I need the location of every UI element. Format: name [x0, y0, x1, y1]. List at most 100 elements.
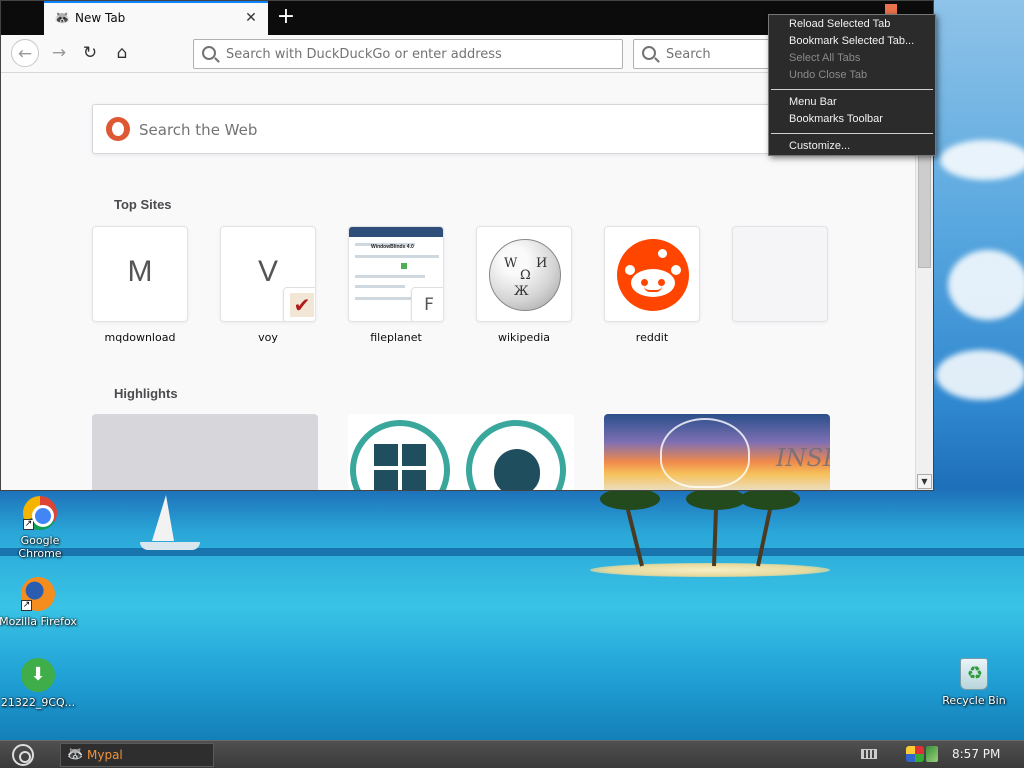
start-menu-icon[interactable]: [12, 744, 34, 766]
tab-title: New Tab: [75, 11, 126, 25]
desktop-icon-recycle-bin[interactable]: Recycle Bin: [934, 658, 1014, 707]
tab-context-menu: Reload Selected Tab Bookmark Selected Ta…: [768, 14, 936, 156]
tile-letter: M: [127, 255, 153, 288]
highlight-card-artwork[interactable]: INSPI: [604, 414, 830, 490]
close-tab-icon[interactable]: ✕: [242, 9, 260, 27]
reddit-eye: [641, 279, 648, 286]
desktop-icon-label: 21322_9CQ...: [0, 696, 76, 709]
firefox-icon: ↗: [21, 577, 55, 611]
search-icon: [202, 46, 216, 60]
keyboard-icon[interactable]: [861, 749, 877, 759]
network-icon[interactable]: [926, 746, 938, 762]
cloud: [948, 250, 1024, 320]
top-site-label: wikipedia: [497, 331, 550, 344]
taskbar-item-mypal[interactable]: 🦝 Mypal: [60, 743, 214, 767]
chrome-icon: ↗: [23, 496, 57, 530]
new-tab-button[interactable]: +: [273, 4, 299, 30]
menu-item-bookmarks-toolbar[interactable]: Bookmarks Toolbar: [789, 113, 883, 125]
reload-button[interactable]: ↻: [76, 39, 104, 67]
address-bar-placeholder: Search with DuckDuckGo or enter address: [226, 47, 502, 62]
ring-graphic: [350, 420, 450, 490]
island: [590, 563, 830, 577]
home-button[interactable]: ⌂: [108, 39, 136, 67]
reddit-eye: [658, 279, 665, 286]
shortcut-arrow-icon: ↗: [21, 600, 32, 611]
shortcut-arrow-icon: ↗: [23, 519, 34, 530]
scroll-down-arrow-icon[interactable]: ▼: [917, 474, 932, 489]
top-site-tile-empty[interactable]: [732, 226, 828, 322]
menu-item-bookmark-selected-tab[interactable]: Bookmark Selected Tab...: [789, 35, 914, 47]
search-bar-placeholder: Search: [666, 47, 711, 62]
top-site-tile-voy[interactable]: V ✔: [220, 226, 316, 322]
search-icon: [642, 46, 656, 60]
top-site-tile-mqdownload[interactable]: M: [92, 226, 188, 322]
top-site-label: reddit: [635, 331, 669, 344]
windows-logo-icon: [402, 470, 426, 490]
system-tray-icon[interactable]: [906, 746, 924, 762]
address-bar[interactable]: Search with DuckDuckGo or enter address: [193, 39, 623, 69]
top-site-label: voy: [258, 331, 278, 344]
top-site-tile-reddit[interactable]: [604, 226, 700, 322]
desktop-icon-mozilla-firefox[interactable]: ↗ Mozilla Firefox: [0, 577, 78, 628]
search-bar[interactable]: Search: [633, 39, 773, 69]
menu-separator: [771, 133, 933, 134]
reddit-ear: [625, 265, 635, 275]
scrollbar-thumb[interactable]: [918, 143, 931, 268]
highlight-card-empty[interactable]: [92, 414, 318, 490]
reddit-antenna: [658, 249, 667, 258]
tile-letter: F: [424, 295, 434, 315]
screenshot-line: [355, 297, 415, 300]
screenshot-line: [355, 255, 439, 258]
menu-item-customize[interactable]: Customize...: [789, 140, 850, 152]
wiki-glyph: И: [536, 256, 548, 271]
taskbar-clock[interactable]: 8:57 PM: [952, 747, 1000, 761]
desktop-icon-google-chrome[interactable]: ↗ Google Chrome: [0, 496, 80, 560]
desktop-icon-label: Mozilla Firefox: [0, 615, 77, 628]
highlights-heading: Highlights: [114, 386, 178, 401]
top-site-tile-wikipedia[interactable]: W Ω И Ж: [476, 226, 572, 322]
menu-separator: [771, 89, 933, 90]
site-favicon-badge: ✔: [283, 287, 315, 321]
sailboat-sail: [152, 495, 174, 541]
highlight-card-windows-apple[interactable]: [348, 414, 574, 490]
taskbar: 🦝 Mypal 8:57 PM: [0, 740, 1024, 768]
web-search-box[interactable]: Search the Web: [92, 104, 832, 154]
palm-leaves: [686, 488, 746, 510]
forward-button[interactable]: →: [45, 39, 73, 67]
wikipedia-globe-icon: W Ω И Ж: [489, 239, 561, 311]
desktop-icon-label: Recycle Bin: [942, 694, 1006, 707]
mypal-app-icon: 🦝: [67, 747, 84, 762]
site-favicon-badge: F: [411, 287, 443, 321]
reddit-ear: [671, 265, 681, 275]
cloud: [936, 350, 1024, 400]
menu-item-menu-bar[interactable]: Menu Bar: [789, 96, 837, 108]
windows-logo-icon: [402, 444, 426, 466]
tab-bar-spacer: [1, 1, 44, 35]
windows-logo-icon: [374, 470, 398, 490]
menu-item-select-all-tabs[interactable]: Select All Tabs: [789, 52, 860, 64]
wiki-glyph: Ж: [514, 284, 529, 299]
palm-leaves: [600, 488, 660, 510]
screenshot-line: [355, 285, 405, 288]
top-site-label: fileplanet: [370, 331, 422, 344]
tab-new-tab[interactable]: 🦝 New Tab ✕: [44, 1, 268, 35]
screenshot-title: WindowBlinds 4.0: [371, 244, 414, 250]
tile-letter: V: [257, 255, 278, 288]
menu-item-reload-selected-tab[interactable]: Reload Selected Tab: [789, 18, 890, 30]
recycle-bin-icon: [960, 658, 989, 690]
reddit-head: [631, 269, 675, 297]
windows-logo-icon: [374, 444, 398, 466]
duckduckgo-logo-icon: [106, 117, 130, 141]
checkmark-icon: ✔: [290, 293, 314, 317]
download-icon: [21, 658, 55, 692]
wiki-glyph: W: [504, 256, 518, 271]
desktop-icon-download-file[interactable]: 21322_9CQ...: [0, 658, 78, 709]
screenshot-graphic: [401, 263, 407, 269]
menu-item-undo-close-tab[interactable]: Undo Close Tab: [789, 69, 867, 81]
screenshot-header: [349, 227, 443, 237]
heart-graphic: [660, 418, 750, 488]
artwork-text: INSPI: [776, 444, 830, 472]
taskbar-item-label: Mypal: [87, 748, 123, 762]
back-button[interactable]: ←: [11, 39, 39, 67]
top-site-tile-fileplanet[interactable]: WindowBlinds 4.0 F: [348, 226, 444, 322]
